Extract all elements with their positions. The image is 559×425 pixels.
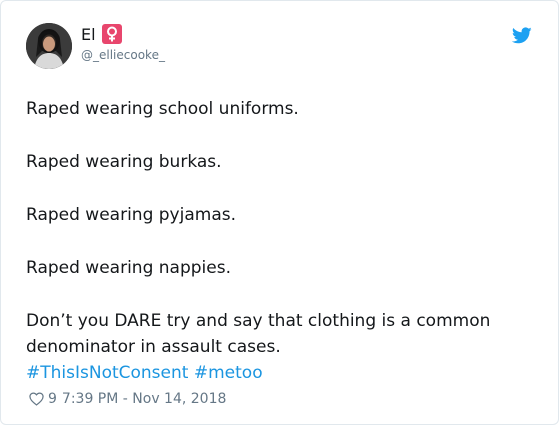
tweet-body: Raped wearing school uniforms. Raped wea… [26, 96, 526, 386]
like-count: 9 [48, 391, 57, 407]
tweet-timestamp[interactable]: 7:39 PM - Nov 14, 2018 [62, 391, 226, 407]
author-display-name-row[interactable]: El [81, 24, 122, 44]
tweet-footer: 9 7:39 PM - Nov 14, 2018 [29, 391, 226, 407]
tweet-closing-paragraph: Don’t you DARE try and say that clothing… [26, 308, 526, 386]
tweet-line: Raped wearing burkas. [26, 152, 222, 172]
heart-icon [29, 392, 44, 406]
hashtag-this-is-not-consent[interactable]: #ThisIsNotConsent [26, 363, 188, 383]
tweet-card: El @_elliecooke_ Raped wearing school un… [0, 0, 559, 425]
twitter-bird-icon[interactable] [512, 27, 532, 44]
author-handle[interactable]: @_elliecooke_ [81, 48, 165, 62]
tweet-line: Raped wearing nappies. [26, 258, 231, 278]
tweet-closing-text: Don’t you DARE try and say that clothing… [26, 311, 491, 357]
like-button[interactable]: 9 [29, 391, 57, 407]
author-display-name[interactable]: El [81, 25, 96, 44]
tweet-line: Raped wearing school uniforms. [26, 99, 299, 119]
hashtag-metoo[interactable]: #metoo [194, 363, 263, 383]
avatar[interactable] [26, 23, 72, 69]
avatar-image [26, 23, 72, 69]
tweet-line: Raped wearing pyjamas. [26, 205, 236, 225]
female-sign-icon [101, 24, 122, 44]
